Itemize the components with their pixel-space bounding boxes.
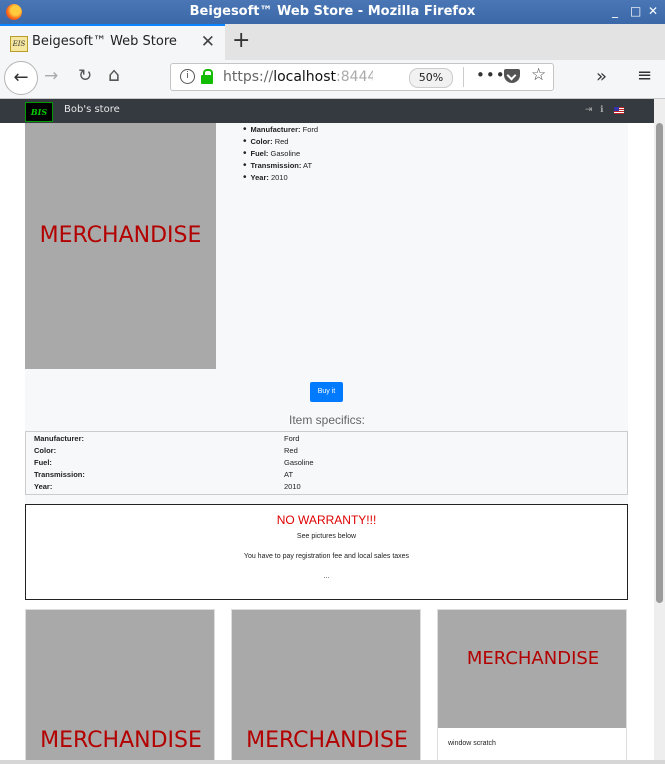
gallery-image[interactable]: MERCHANDISE <box>232 610 420 760</box>
item-specifics-table: Manufacturer: Ford Color: Red Fuel: Gasolin… <box>25 431 628 495</box>
maximize-button[interactable]: □ <box>630 4 641 18</box>
item-specifics-heading: Item specifics: <box>288 413 366 427</box>
store-name-link[interactable]: Bob's store <box>64 104 120 115</box>
overflow-menu-icon[interactable]: » <box>596 66 607 87</box>
table-row: Year: 2010 <box>34 482 301 491</box>
info-icon[interactable]: ℹ <box>600 105 603 115</box>
gallery-card[interactable]: MERCHANDISE <box>231 609 421 760</box>
table-row: Color: Red <box>34 446 298 455</box>
warranty-line: ... <box>323 573 330 580</box>
url-text[interactable]: https://localhost:8444/t <box>223 69 373 85</box>
gallery-image-text: MERCHANDISE <box>40 728 202 753</box>
url-bar-divider <box>463 67 464 87</box>
table-row: Transmission: AT <box>34 470 294 479</box>
list-item: Year: 2010 <box>243 172 318 184</box>
gallery-image-text: MERCHANDISE <box>466 648 600 669</box>
list-item: Fuel: Gasoline <box>243 148 318 160</box>
window-bottom-border <box>0 760 665 764</box>
back-button[interactable]: ← <box>4 61 38 95</box>
navigation-toolbar: ← → ↻ ⌂ i https://localhost:8444/t 50% •… <box>0 60 665 99</box>
gallery-image[interactable]: MERCHANDISE <box>26 610 214 760</box>
site-navbar: BIS Bob's store ⇥ ℹ <box>0 99 654 123</box>
gallery-image[interactable]: MERCHANDISE <box>438 610 626 728</box>
zoom-level-button[interactable]: 50% <box>409 68 453 88</box>
hamburger-menu-icon[interactable]: ≡ <box>637 65 652 86</box>
tab-web-store[interactable]: EIS Beigesoft™ Web Store ✕ <box>0 24 225 60</box>
table-row: Fuel: Gasoline <box>34 458 314 467</box>
store-logo[interactable]: BIS <box>25 102 53 122</box>
gallery-card[interactable]: MERCHANDISE window scratch <box>437 609 627 760</box>
url-bar[interactable]: i https://localhost:8444/t 50% ••• ☆ <box>170 63 554 91</box>
product-image[interactable]: MERCHANDISE <box>25 123 216 369</box>
table-row: Manufacturer: Ford <box>34 434 300 443</box>
warranty-title: NO WARRANTY!!! <box>276 513 377 527</box>
site-info-icon[interactable]: i <box>180 69 195 84</box>
list-item: Transmission: AT <box>243 160 318 172</box>
scrollbar-thumb[interactable] <box>656 123 663 603</box>
list-item: Manufacturer: Ford <box>243 124 319 136</box>
url-rest: :8444/t <box>336 69 373 85</box>
list-item: Color: Red <box>243 136 318 148</box>
bookmark-star-icon[interactable]: ☆ <box>531 65 546 85</box>
us-flag-icon[interactable] <box>614 107 624 114</box>
window-title: Beigesoft™ Web Store - Mozilla Firefox <box>189 4 476 19</box>
buy-button[interactable]: Buy it <box>310 382 343 402</box>
window-titlebar: Beigesoft™ Web Store - Mozilla Firefox _… <box>0 0 665 24</box>
gallery-caption: window scratch <box>448 740 496 747</box>
home-button[interactable]: ⌂ <box>108 64 120 86</box>
product-spec-list: Manufacturer: Ford Color: Red Fuel: Gaso… <box>243 124 319 184</box>
warranty-line: You have to pay registration fee and loc… <box>243 553 410 560</box>
page-actions-icon[interactable]: ••• <box>476 66 506 84</box>
tab-close-icon[interactable]: ✕ <box>201 32 215 52</box>
pocket-icon[interactable] <box>504 69 520 83</box>
tab-strip: EIS Beigesoft™ Web Store ✕ + <box>0 24 665 61</box>
new-tab-button[interactable]: + <box>232 28 250 53</box>
forward-button[interactable]: → <box>44 66 58 86</box>
minimize-button[interactable]: _ <box>612 4 618 18</box>
login-icon[interactable]: ⇥ <box>585 105 593 115</box>
url-host: localhost <box>273 69 337 85</box>
gallery-image-text: MERCHANDISE <box>246 728 408 753</box>
product-image-text: MERCHANDISE <box>39 223 202 248</box>
url-scheme: https:// <box>223 69 274 85</box>
warranty-notice: NO WARRANTY!!! See pictures below You ha… <box>25 504 628 600</box>
reload-button[interactable]: ↻ <box>78 66 92 86</box>
gallery-card[interactable]: MERCHANDISE <box>25 609 215 760</box>
tab-title: Beigesoft™ Web Store <box>32 34 177 49</box>
store-favicon-icon: EIS <box>10 36 28 52</box>
close-window-button[interactable]: ✕ <box>648 4 658 18</box>
page-content: BIS Bob's store ⇥ ℹ MERCHANDISE Manufact… <box>0 99 654 760</box>
page-scrollbar[interactable] <box>654 99 665 760</box>
lock-icon[interactable] <box>201 69 213 84</box>
warranty-line: See pictures below <box>296 533 357 540</box>
